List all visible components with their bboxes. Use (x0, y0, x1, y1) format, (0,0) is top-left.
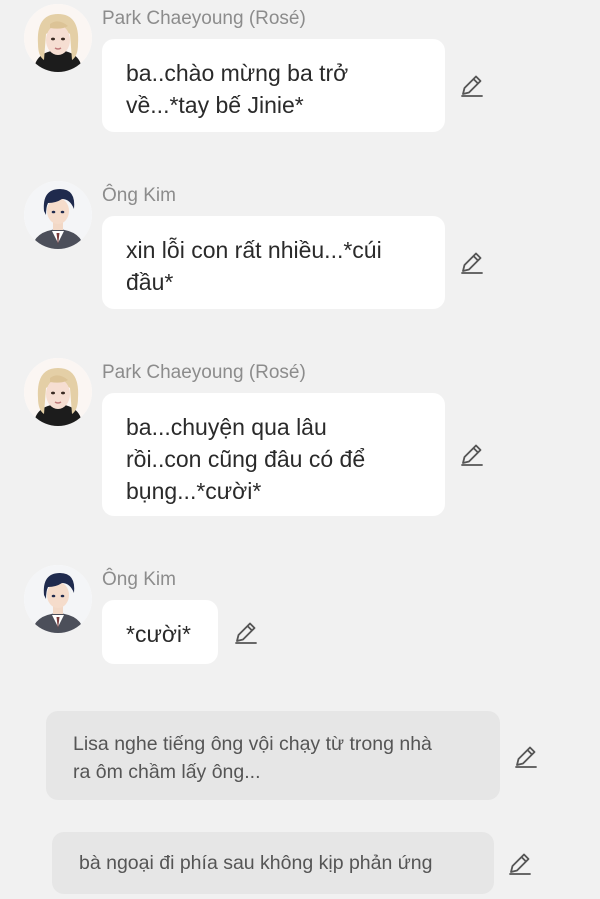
message-text-line: rồi..con cũng đâu có để (126, 446, 366, 472)
message-text-line: xin lỗi con rất nhiều...*cúi (126, 237, 382, 263)
avatar[interactable] (24, 181, 92, 249)
narration-bubble[interactable]: Lisa nghe tiếng ông vội chạy từ trong nh… (46, 711, 500, 800)
pencil-icon[interactable] (513, 743, 539, 769)
message-text-line: *cười* (126, 621, 191, 647)
narration-bubble[interactable]: bà ngoại đi phía sau không kịp phản ứng (52, 832, 494, 894)
pencil-icon[interactable] (233, 619, 259, 645)
message-bubble[interactable]: ba...chuyện qua lâu rồi..con cũng đâu có… (102, 393, 445, 516)
message-text-line: đầu* (126, 269, 174, 295)
narration-text-line: ra ôm chầm lấy ông... (73, 761, 261, 783)
sender-name: Ông Kim (102, 185, 176, 206)
sender-name: Ông Kim (102, 569, 176, 590)
ong-kim-avatar-image (24, 565, 92, 633)
narration-text-line: Lisa nghe tiếng ông vội chạy từ trong nh… (73, 733, 432, 755)
narration-text-line: bà ngoại đi phía sau không kịp phản ứng (79, 852, 433, 874)
message-text-line: ba..chào mừng ba trở (126, 60, 349, 86)
avatar[interactable] (24, 565, 92, 633)
message-text-line: ba...chuyện qua lâu (126, 414, 327, 440)
pencil-icon[interactable] (459, 441, 485, 467)
message-bubble[interactable]: *cười* (102, 600, 218, 664)
avatar[interactable] (24, 4, 92, 72)
rose-avatar-image (24, 4, 92, 72)
pencil-icon[interactable] (507, 850, 533, 876)
rose-avatar-image (24, 358, 92, 426)
ong-kim-avatar-image (24, 181, 92, 249)
message-text-line: bụng...*cười* (126, 478, 262, 504)
avatar[interactable] (24, 358, 92, 426)
message-bubble[interactable]: xin lỗi con rất nhiều...*cúi đầu* (102, 216, 445, 309)
sender-name: Park Chaeyoung (Rosé) (102, 8, 306, 29)
sender-name: Park Chaeyoung (Rosé) (102, 362, 306, 383)
pencil-icon[interactable] (459, 72, 485, 98)
pencil-icon[interactable] (459, 249, 485, 275)
message-bubble[interactable]: ba..chào mừng ba trở về...*tay bế Jinie* (102, 39, 445, 132)
message-text-line: về...*tay bế Jinie* (126, 92, 304, 118)
